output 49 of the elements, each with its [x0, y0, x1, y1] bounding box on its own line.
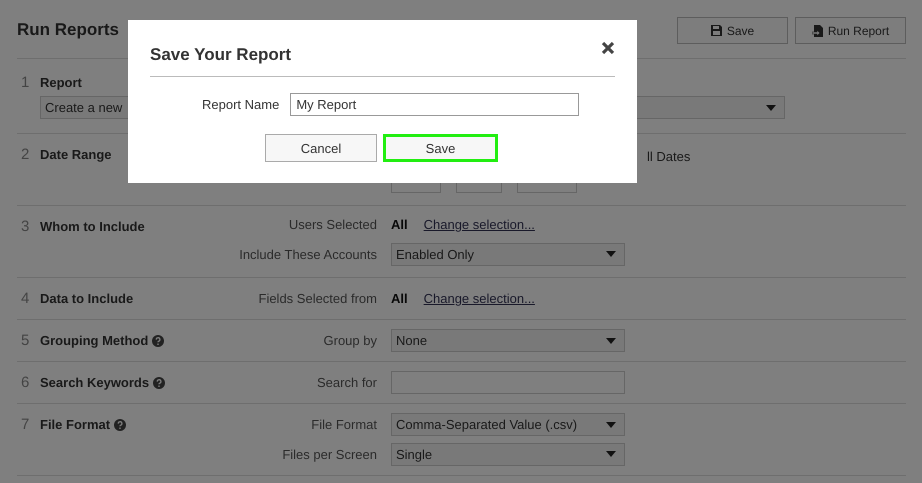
save-button[interactable]: Save [677, 17, 788, 44]
caret-icon [606, 338, 616, 344]
help-icon[interactable] [153, 376, 166, 388]
section-title: Data to Include [40, 290, 134, 308]
section-title: Whom to Include [40, 218, 146, 236]
step-number: 5 [20, 331, 30, 351]
change-selection-link[interactable]: Change selection... [424, 291, 535, 306]
help-icon[interactable] [114, 418, 126, 430]
caret-icon [606, 451, 616, 458]
step-number: 7 [20, 415, 30, 435]
field-label: File Format [310, 417, 377, 432]
field-label: Users Selected [288, 217, 377, 232]
dropdown[interactable]: Single [391, 442, 625, 466]
caret-icon [606, 422, 616, 428]
section-title: Grouping Method [40, 329, 190, 352]
step-number: 2 [20, 145, 30, 165]
step-number: 6 [20, 373, 30, 393]
selection-value: All [391, 291, 408, 306]
close-icon[interactable] [601, 41, 615, 55]
run-report-button[interactable]: Run Report [795, 17, 906, 44]
search-field[interactable] [391, 371, 625, 394]
section-title: Date Range [40, 146, 113, 164]
caret-icon [766, 104, 776, 110]
field-label: Group by [322, 333, 377, 348]
field-label: Search for [316, 375, 377, 390]
step-number: 4 [20, 289, 30, 309]
section-title: File Format [40, 413, 190, 436]
date-option-label: ll Dates [647, 148, 690, 166]
field-label: Include These Accounts [238, 246, 377, 262]
field-label: Fields Selected from [258, 291, 377, 306]
step-number: 3 [20, 217, 30, 237]
section-title: Report [40, 74, 83, 92]
dialog-button[interactable]: Cancel [265, 134, 377, 162]
field-label: Report Name [202, 97, 280, 112]
step-number: 1 [20, 73, 30, 93]
document-arrow-icon [812, 24, 823, 36]
dialog-button[interactable]: Save [383, 134, 498, 162]
dropdown[interactable]: Enabled Only [391, 242, 625, 266]
field-label: Files per Screen [281, 446, 377, 462]
help-icon[interactable] [152, 334, 164, 346]
section-title: Search Keywords [40, 371, 190, 394]
report-name-field[interactable]: My Report [290, 93, 580, 116]
dropdown[interactable]: None [391, 329, 625, 352]
dropdown[interactable]: Comma-Separated Value (.csv) [391, 413, 625, 436]
caret-icon [606, 251, 616, 258]
change-selection-link[interactable]: Change selection... [424, 217, 535, 232]
dialog-title: Save Your Report [150, 45, 292, 65]
selection-value: All [391, 217, 408, 232]
page-title: Run Reports [17, 20, 119, 40]
